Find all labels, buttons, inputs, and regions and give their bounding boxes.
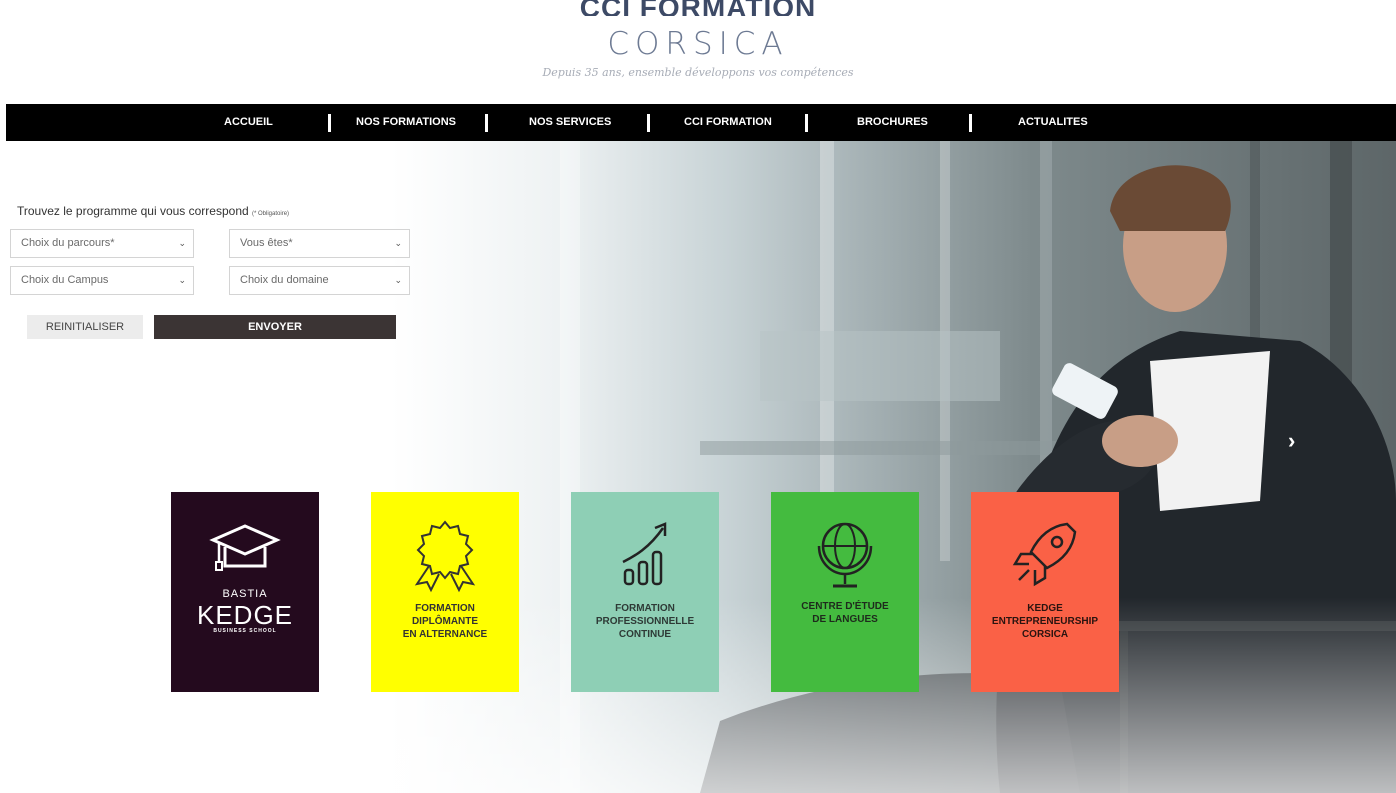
search-form-title: Trouvez le programme qui vous correspond… — [17, 204, 289, 218]
chevron-down-icon: ⌄ — [178, 238, 186, 248]
nav-item-cci-formation[interactable]: CCI FORMATION — [684, 104, 772, 141]
chevron-down-icon: ⌄ — [394, 275, 402, 285]
nav-separator — [969, 114, 972, 132]
tile-centre-langues[interactable]: CENTRE D'ÉTUDE DE LANGUES — [771, 492, 919, 692]
rocket-icon — [1012, 522, 1077, 587]
hero-fade-overlay — [0, 141, 1396, 793]
main-navigation: ACCUEIL NOS FORMATIONS NOS SERVICES CCI … — [6, 104, 1396, 141]
logo-title[interactable]: CCI FORMATION — [0, 0, 1396, 16]
kedge-city: BASTIA — [222, 588, 268, 600]
profile-select[interactable]: Vous êtes* ⌄ — [229, 229, 410, 258]
campus-select[interactable]: Choix du Campus ⌄ — [10, 266, 194, 295]
tile-formation-continue[interactable]: FORMATION PROFESSIONNELLE CONTINUE — [571, 492, 719, 692]
globe-icon — [817, 522, 873, 588]
kedge-logo-sub: BUSINESS SCHOOL — [213, 628, 277, 634]
nav-item-nos-services[interactable]: NOS SERVICES — [529, 104, 611, 141]
nav-separator — [647, 114, 650, 132]
required-note: (* Obligatoire) — [252, 211, 290, 217]
domaine-select[interactable]: Choix du domaine ⌄ — [229, 266, 410, 295]
parcours-select[interactable]: Choix du parcours* ⌄ — [10, 229, 194, 258]
tile-langues-label: CENTRE D'ÉTUDE DE LANGUES — [801, 601, 889, 625]
tile-alternance-label: FORMATION DIPLÔMANTE EN ALTERNANCE — [402, 603, 488, 640]
nav-item-accueil[interactable]: ACCUEIL — [224, 104, 273, 141]
tile-continue-label: FORMATION PROFESSIONNELLE CONTINUE — [595, 603, 695, 640]
profile-select-value: Vous êtes* — [240, 237, 293, 249]
parcours-select-value: Choix du parcours* — [21, 237, 115, 249]
hero-banner — [0, 141, 1396, 793]
tile-kedge-entrepreneurship[interactable]: KEDGE ENTREPRENEURSHIP CORSICA — [971, 492, 1119, 692]
award-ribbon-icon — [414, 520, 476, 593]
reset-button[interactable]: REINITIALISER — [27, 315, 143, 339]
nav-separator — [485, 114, 488, 132]
tile-formation-alternance[interactable]: FORMATION DIPLÔMANTE EN ALTERNANCE — [371, 492, 519, 692]
chevron-right-icon[interactable]: › — [1288, 428, 1295, 454]
nav-item-actualites[interactable]: ACTUALITES — [1018, 104, 1088, 141]
kedge-logo-name: KEDGE — [196, 600, 294, 630]
campus-select-value: Choix du Campus — [21, 274, 109, 286]
nav-item-brochures[interactable]: BROCHURES — [857, 104, 928, 141]
submit-button[interactable]: ENVOYER — [154, 315, 396, 339]
domaine-select-value: Choix du domaine — [240, 274, 329, 286]
nav-separator — [328, 114, 331, 132]
graduation-cap-icon — [209, 524, 281, 571]
tagline: Depuis 35 ans, ensemble développons vos … — [542, 66, 854, 79]
chevron-down-icon: ⌄ — [178, 275, 186, 285]
growth-chart-icon — [622, 522, 667, 586]
tile-kedge-bastia[interactable]: BASTIA KEDGE BUSINESS SCHOOL — [171, 492, 319, 692]
nav-item-nos-formations[interactable]: NOS FORMATIONS — [356, 104, 456, 141]
logo-subtitle[interactable]: CORSICA — [0, 26, 1396, 62]
nav-separator — [805, 114, 808, 132]
tile-entrepreneurship-label: KEDGE ENTREPRENEURSHIP CORSICA — [991, 603, 1099, 640]
chevron-down-icon: ⌄ — [394, 238, 402, 248]
search-form-title-text: Trouvez le programme qui vous correspond — [17, 204, 249, 218]
